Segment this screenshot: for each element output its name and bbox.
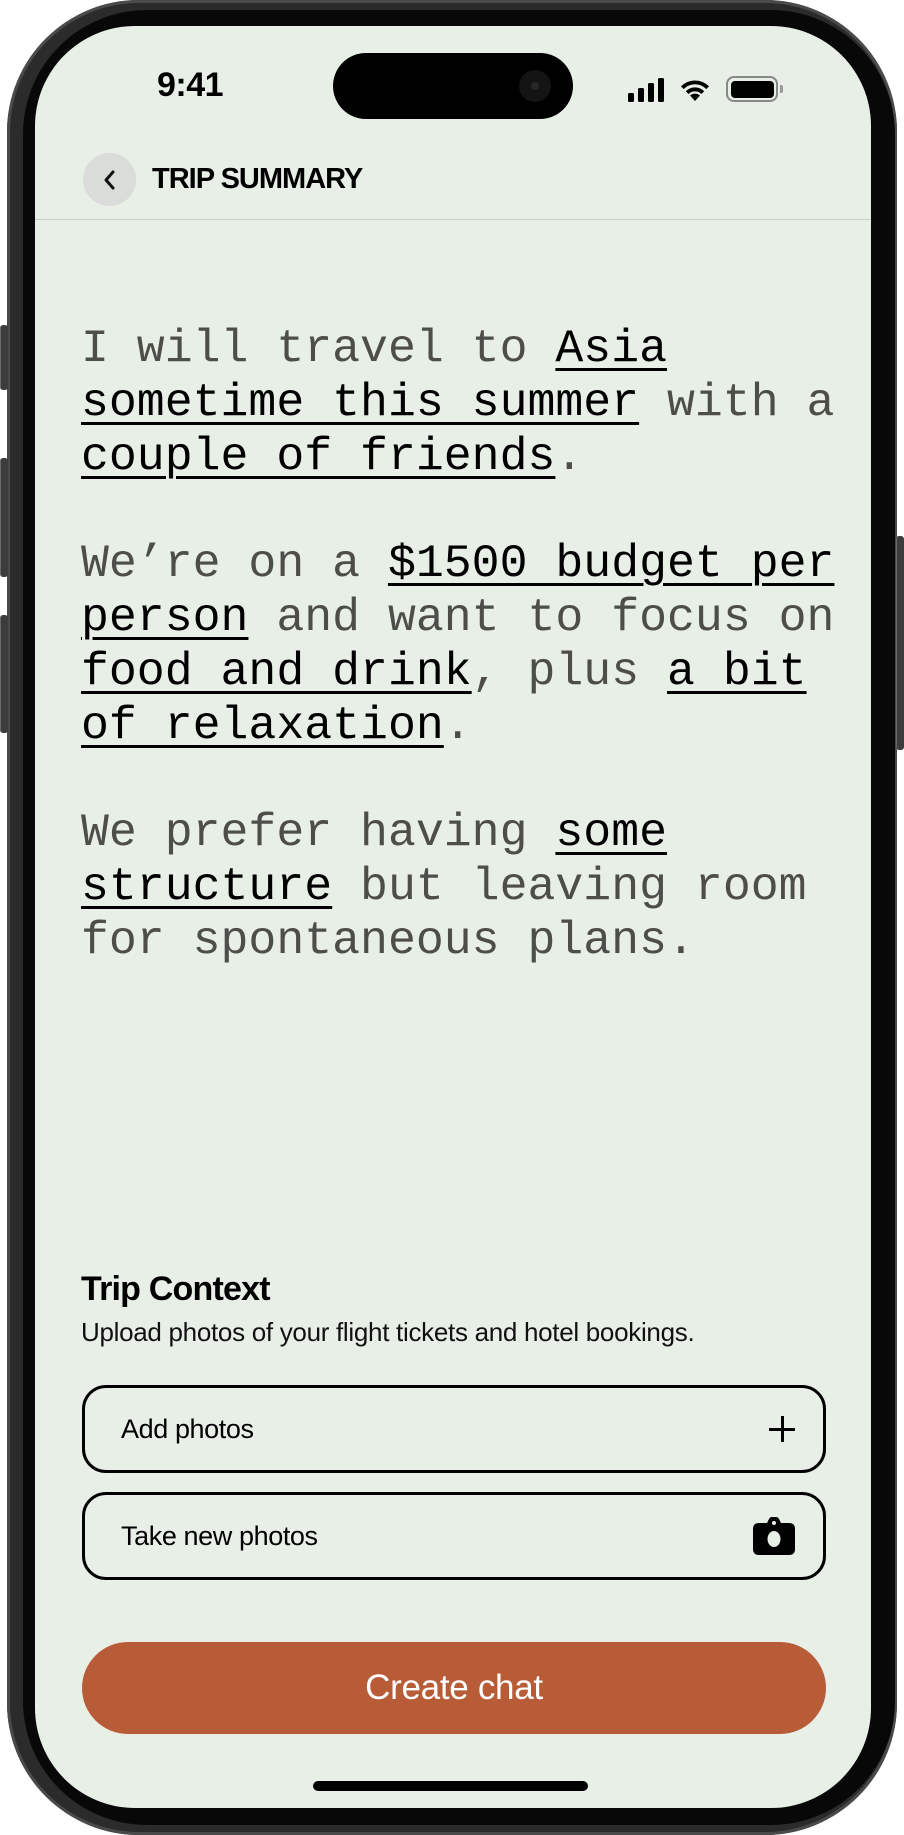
summary-highlight-focus[interactable]: food and drink xyxy=(81,645,472,698)
plus-icon xyxy=(769,1416,795,1442)
summary-text: with a xyxy=(639,375,835,429)
chevron-left-icon xyxy=(104,170,114,189)
dynamic-island xyxy=(333,53,573,119)
camera-icon xyxy=(753,1517,795,1555)
volume-up-button xyxy=(0,458,8,577)
power-button xyxy=(896,536,904,750)
summary-text: and want to focus on xyxy=(248,590,835,644)
battery-level xyxy=(730,80,774,98)
summary-highlight-companions[interactable]: couple of friends xyxy=(81,430,555,483)
status-icons xyxy=(628,72,783,102)
summary-text: We prefer having xyxy=(81,806,556,860)
trip-context-title: Trip Context xyxy=(81,1270,271,1308)
add-photos-label: Add photos xyxy=(121,1413,254,1444)
summary-text: . xyxy=(555,429,584,483)
trip-context-subtitle: Upload photos of your flight tickets and… xyxy=(81,1317,695,1347)
status-time: 9:41 xyxy=(157,66,224,104)
header: TRIP SUMMARY xyxy=(35,153,871,220)
create-chat-button[interactable]: Create chat xyxy=(82,1642,826,1734)
screen: 9:41 TRIP SUMMARY I will travel to Asia … xyxy=(35,26,871,1808)
action-button xyxy=(0,325,8,390)
summary-text: We’re on a xyxy=(81,537,388,591)
take-new-photos-label: Take new photos xyxy=(121,1520,318,1551)
page-title: TRIP SUMMARY xyxy=(152,163,363,195)
trip-summary-text: I will travel to Asia sometime this summ… xyxy=(81,322,841,1021)
summary-paragraph: We prefer having some structure but leav… xyxy=(81,806,841,967)
cellular-signal-icon xyxy=(628,78,664,102)
summary-text: . xyxy=(443,698,472,752)
take-new-photos-button[interactable]: Take new photos xyxy=(82,1492,826,1580)
camera-lens-icon xyxy=(519,70,551,102)
summary-text: I will travel to xyxy=(81,322,556,375)
home-indicator[interactable] xyxy=(313,1781,588,1791)
back-button[interactable] xyxy=(83,153,136,206)
summary-text: , plus xyxy=(471,644,668,698)
volume-down-button xyxy=(0,615,8,733)
add-photos-button[interactable]: Add photos xyxy=(82,1385,826,1473)
battery-icon xyxy=(726,76,783,102)
summary-paragraph: I will travel to Asia sometime this summ… xyxy=(81,322,841,483)
wifi-icon xyxy=(681,80,709,101)
summary-paragraph: We’re on a $1500 budget per person and w… xyxy=(81,537,841,752)
